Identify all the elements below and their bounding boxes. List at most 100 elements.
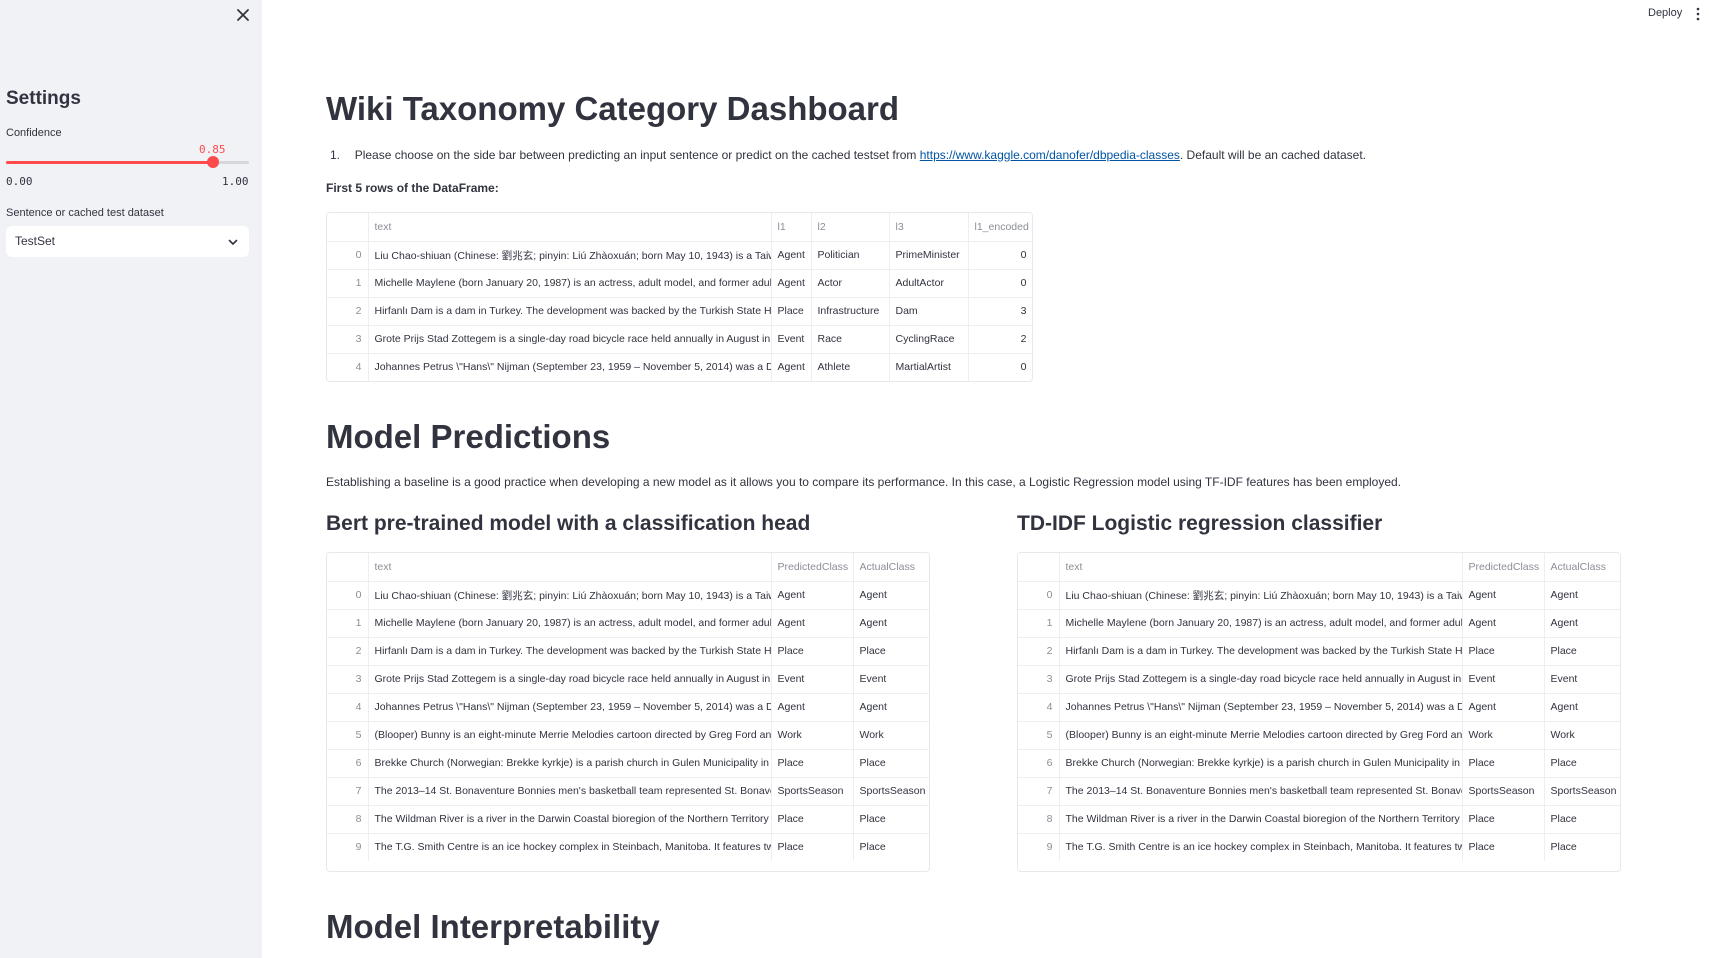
column-header[interactable]: l1_encoded xyxy=(968,213,1032,242)
table-cell[interactable]: 2 xyxy=(968,325,1032,354)
table-cell[interactable]: Place xyxy=(853,637,929,666)
column-header[interactable]: l2 xyxy=(811,213,890,242)
table-cell[interactable]: Agent xyxy=(853,581,929,610)
table-cell[interactable]: Place xyxy=(771,805,854,834)
table-cell[interactable]: Liu Chao-shiuan (Chinese: 劉兆玄; pinyin: L… xyxy=(368,581,772,610)
column-header[interactable] xyxy=(1018,553,1060,582)
column-header[interactable] xyxy=(327,213,369,242)
table-cell[interactable]: AdultActor xyxy=(889,269,969,298)
table-cell[interactable]: Dam xyxy=(889,297,969,326)
table-cell[interactable]: Place xyxy=(853,833,929,861)
deploy-button[interactable]: Deploy xyxy=(1644,5,1686,21)
table-cell[interactable]: MartialArtist xyxy=(889,353,969,381)
row-index[interactable]: 2 xyxy=(327,297,369,326)
row-index[interactable]: 2 xyxy=(327,637,369,666)
row-index[interactable]: 3 xyxy=(327,325,369,354)
table-row[interactable]: 0 Liu Chao-shiuan (Chinese: 劉兆玄; pinyin: … xyxy=(327,581,929,610)
row-index[interactable]: 8 xyxy=(1018,805,1060,834)
column-header[interactable]: l3 xyxy=(889,213,969,242)
table-cell[interactable]: Event xyxy=(1544,665,1620,694)
table-cell[interactable]: Michelle Maylene (born January 20, 1987)… xyxy=(1059,609,1463,638)
table-cell[interactable]: Work xyxy=(771,721,854,750)
table-row[interactable]: 1 Michelle Maylene (born January 20, 1987… xyxy=(327,269,1032,298)
table-cell[interactable]: Place xyxy=(1544,637,1620,666)
table-cell[interactable]: Johannes Petrus \"Hans\" Nijman (Septemb… xyxy=(368,353,772,381)
table-cell[interactable]: Agent xyxy=(1544,581,1620,610)
column-header[interactable]: ActualClass xyxy=(1544,553,1620,582)
table-row[interactable]: 6 Brekke Church (Norwegian: Brekke kyrkje… xyxy=(327,749,929,778)
table-row[interactable]: 3 Grote Prijs Stad Zottegem is a single-d… xyxy=(327,665,929,694)
table-cell[interactable]: Place xyxy=(853,805,929,834)
table-cell[interactable]: Race xyxy=(811,325,890,354)
row-index[interactable]: 0 xyxy=(327,241,369,270)
table-cell[interactable]: Johannes Petrus \"Hans\" Nijman (Septemb… xyxy=(368,693,772,722)
table-cell[interactable]: Place xyxy=(1544,833,1620,861)
table-cell[interactable]: The 2013–14 St. Bonaventure Bonnies men'… xyxy=(368,777,772,806)
table-cell[interactable]: Liu Chao-shiuan (Chinese: 劉兆玄; pinyin: L… xyxy=(368,241,772,270)
table-cell[interactable]: 0 xyxy=(968,269,1032,298)
vertical-ellipsis-icon[interactable] xyxy=(1692,6,1704,22)
table-cell[interactable]: Agent xyxy=(1544,609,1620,638)
row-index[interactable]: 9 xyxy=(1018,833,1060,861)
table-cell[interactable]: Place xyxy=(1462,749,1545,778)
table-cell[interactable]: Agent xyxy=(771,353,812,381)
table-cell[interactable]: Athlete xyxy=(811,353,890,381)
table-row[interactable]: 3 Grote Prijs Stad Zottegem is a single-d… xyxy=(327,325,1032,354)
row-index[interactable]: 1 xyxy=(327,609,369,638)
row-index[interactable]: 9 xyxy=(327,833,369,861)
table-row[interactable]: 1 Michelle Maylene (born January 20, 1987… xyxy=(1018,609,1620,638)
slider-thumb[interactable] xyxy=(206,156,219,168)
dataset-select[interactable]: TestSet xyxy=(6,226,249,257)
dataset-link[interactable]: https://www.kaggle.com/danofer/dbpedia-c… xyxy=(920,148,1180,162)
row-index[interactable]: 0 xyxy=(327,581,369,610)
column-header[interactable]: PredictedClass xyxy=(1462,553,1545,582)
table-cell[interactable]: Work xyxy=(1462,721,1545,750)
table-row[interactable]: 3 Grote Prijs Stad Zottegem is a single-d… xyxy=(1018,665,1620,694)
table-cell[interactable]: Hirfanlı Dam is a dam in Turkey. The dev… xyxy=(368,637,772,666)
table-cell[interactable]: 0 xyxy=(968,241,1032,270)
row-index[interactable]: 5 xyxy=(1018,721,1060,750)
table-cell[interactable]: Politician xyxy=(811,241,890,270)
table-cell[interactable]: Work xyxy=(853,721,929,750)
table-cell[interactable]: Event xyxy=(1462,665,1545,694)
row-index[interactable]: 1 xyxy=(327,269,369,298)
table-row[interactable]: 8 The Wildman River is a river in the Dar… xyxy=(327,805,929,834)
table-cell[interactable]: Agent xyxy=(771,581,854,610)
column-header[interactable] xyxy=(327,553,369,582)
table-cell[interactable]: Event xyxy=(771,665,854,694)
column-header[interactable]: PredictedClass xyxy=(771,553,854,582)
row-index[interactable]: 2 xyxy=(1018,637,1060,666)
table-row[interactable]: 4 Johannes Petrus \"Hans\" Nijman (Septem… xyxy=(327,353,1032,381)
table-cell[interactable]: Place xyxy=(771,749,854,778)
confidence-slider[interactable] xyxy=(6,156,249,168)
table-row[interactable]: 4 Johannes Petrus \"Hans\" Nijman (Septem… xyxy=(327,693,929,722)
table-cell[interactable]: SportsSeason xyxy=(1544,777,1620,806)
table-cell[interactable]: Agent xyxy=(771,609,854,638)
table-row[interactable]: 2 Hirfanlı Dam is a dam in Turkey. The de… xyxy=(1018,637,1620,666)
row-index[interactable]: 4 xyxy=(327,353,369,381)
row-index[interactable]: 6 xyxy=(327,749,369,778)
table-cell[interactable]: The Wildman River is a river in the Darw… xyxy=(368,805,772,834)
column-header[interactable]: text xyxy=(368,213,772,242)
row-index[interactable]: 8 xyxy=(327,805,369,834)
table-row[interactable]: 9 The T.G. Smith Centre is an ice hockey … xyxy=(327,833,929,861)
row-index[interactable]: 7 xyxy=(327,777,369,806)
table-row[interactable]: 7 The 2013–14 St. Bonaventure Bonnies men… xyxy=(1018,777,1620,806)
dataframe-table[interactable]: text l1 l2 l3 l1_encoded 0 Liu Chao-shiuan (C… xyxy=(326,212,1033,382)
row-index[interactable]: 4 xyxy=(1018,693,1060,722)
table-cell[interactable]: Agent xyxy=(1462,581,1545,610)
table-cell[interactable]: Place xyxy=(1544,805,1620,834)
bert-predictions-table[interactable]: text PredictedClass ActualClass 0 Liu Chao-… xyxy=(326,552,930,872)
column-header[interactable]: ActualClass xyxy=(853,553,929,582)
table-cell[interactable]: The Wildman River is a river in the Darw… xyxy=(1059,805,1463,834)
table-cell[interactable]: Agent xyxy=(771,269,812,298)
table-cell[interactable]: Infrastructure xyxy=(811,297,890,326)
table-row[interactable]: 5 (Blooper) Bunny is an eight-minute Merr… xyxy=(1018,721,1620,750)
table-cell[interactable]: Liu Chao-shiuan (Chinese: 劉兆玄; pinyin: L… xyxy=(1059,581,1463,610)
table-row[interactable]: 2 Hirfanlı Dam is a dam in Turkey. The de… xyxy=(327,637,929,666)
row-index[interactable]: 4 xyxy=(327,693,369,722)
column-header[interactable]: l1 xyxy=(771,213,812,242)
column-header[interactable]: text xyxy=(1059,553,1463,582)
table-cell[interactable]: The T.G. Smith Centre is an ice hockey c… xyxy=(368,833,772,861)
table-cell[interactable]: Place xyxy=(1544,749,1620,778)
